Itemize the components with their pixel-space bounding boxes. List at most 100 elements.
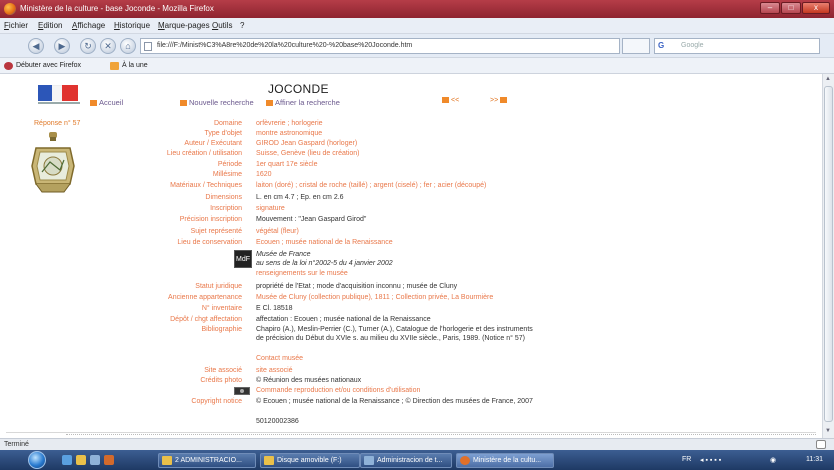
field-value-sujet[interactable]: végétal (fleur) [256, 228, 299, 235]
field-value-type[interactable]: montre astronomique [256, 130, 322, 137]
menu-outils[interactable]: Outils [212, 21, 232, 30]
menu-marque-pages[interactable]: Marque-pages [158, 21, 210, 30]
navigation-toolbar: ◀ ▶ ↻ ✕ ⌂ file:///F:/Minist%C3%A8re%20de… [0, 34, 834, 58]
reload-icon[interactable]: ↻ [80, 38, 96, 54]
reference-number: 50120002386 [256, 418, 299, 425]
field-label-sujet: Sujet représenté [190, 228, 242, 235]
field-value-copyright: © Ecouen ; musée national de la Renaissa… [256, 398, 533, 405]
stop-icon[interactable]: ✕ [100, 38, 116, 54]
field-value-periode[interactable]: 1er quart 17e siècle [256, 161, 317, 168]
url-text: file:///F:/Minist%C3%A8re%20de%20la%20cu… [157, 42, 413, 49]
page-title: JOCONDE [268, 82, 329, 96]
home-link[interactable]: Accueil [90, 98, 123, 107]
field-value-auteur[interactable]: GIROD Jean Gaspard (horloger) [256, 140, 357, 147]
field-label-statut: Statut juridique [195, 283, 242, 290]
clock: 11:31 [806, 456, 823, 463]
forward-icon[interactable]: ▶ [54, 38, 70, 54]
order-reproduction-link[interactable]: Commande reproduction et/ou conditions d… [256, 387, 420, 394]
folder-icon [162, 456, 172, 465]
field-label-lieu-creation: Lieu création / utilisation [166, 150, 242, 157]
field-value-domaine[interactable]: orfèvrerie ; horlogerie [256, 120, 323, 127]
field-label-domaine: Domaine [213, 120, 242, 127]
field-label-site: Site associé [204, 367, 242, 374]
menu-fichier[interactable]: Fichier [4, 21, 28, 30]
menu-affichage[interactable]: Affichage [72, 21, 105, 30]
rss-icon [110, 62, 119, 70]
mdf-law: au sens de la loi n°2002-5 du 4 janvier … [256, 260, 393, 267]
contact-museum-link[interactable]: Contact musée [256, 355, 303, 362]
go-button[interactable] [622, 38, 650, 54]
tray-icons[interactable]: ◂ ▪ ▪ ▪ ▪ [700, 456, 721, 464]
field-value-depot: affectation : Ecouen ; musée national de… [256, 316, 431, 323]
refine-search-link[interactable]: Affiner la recherche [266, 98, 340, 107]
field-label-periode: Période [217, 161, 242, 168]
field-label-type: Type d'objet [204, 130, 242, 137]
orange-square-icon [266, 100, 273, 106]
field-value-inscription[interactable]: signature [256, 205, 285, 212]
url-bar[interactable]: file:///F:/Minist%C3%A8re%20de%20la%20cu… [140, 38, 620, 54]
task-disque[interactable]: Disque amovible (F:) [260, 453, 360, 468]
orange-square-icon [90, 100, 97, 106]
start-button[interactable] [28, 451, 46, 469]
divider-dotted [66, 434, 816, 435]
home-icon[interactable]: ⌂ [120, 38, 136, 54]
scrollbar-thumb[interactable] [824, 86, 833, 422]
bookmark-debuter[interactable]: Débuter avec Firefox [16, 62, 81, 69]
search-input[interactable]: G Google [654, 38, 820, 54]
scroll-up-icon[interactable]: ▲ [825, 76, 831, 82]
task-administracio[interactable]: 2 ADMINISTRACIO... [158, 453, 256, 468]
field-value-bibliographie: Chapiro (A.), Meslin-Perrier (C.), Turne… [256, 326, 533, 342]
field-value-dimensions: L. en cm 4.7 ; Ep. en cm 2.6 [256, 194, 344, 201]
watch-image[interactable] [30, 132, 76, 196]
menu-historique[interactable]: Historique [114, 21, 150, 30]
maximize-button[interactable]: □ [781, 2, 801, 14]
back-icon[interactable]: ◀ [28, 38, 44, 54]
new-search-link[interactable]: Nouvelle recherche [180, 98, 254, 107]
field-value-millesime[interactable]: 1620 [256, 171, 272, 178]
ie-icon[interactable] [62, 455, 72, 465]
bookmark-a-la-une[interactable]: À la une [122, 62, 148, 69]
vertical-scrollbar[interactable]: ▲ ▼ [822, 74, 834, 438]
musee-de-france-icon: MdF [234, 250, 252, 268]
status-text: Terminé [4, 441, 29, 448]
volume-icon[interactable]: ◉ [770, 456, 776, 464]
page-icon [144, 42, 152, 51]
field-value-statut: propriété de l'Etat ; mode d'acquisition… [256, 283, 458, 290]
field-label-credits: Crédits photo [200, 377, 242, 384]
firefox-icon [4, 3, 16, 15]
field-label-ancienne-appartenance: Ancienne appartenance [168, 294, 242, 301]
next-link[interactable]: >> [490, 97, 509, 104]
field-value-lieu-creation[interactable]: Suisse, Genève (lieu de création) [256, 150, 360, 157]
field-label-inscription: Inscription [210, 205, 242, 212]
field-value-ancienne-appartenance[interactable]: Musée de Cluny (collection publique), 18… [256, 294, 493, 301]
field-value-credits: © Réunion des musées nationaux [256, 377, 362, 384]
field-value-site[interactable]: site associé [256, 367, 293, 374]
task-administracion[interactable]: Administracion de t... [360, 453, 452, 468]
divider [6, 432, 816, 433]
field-label-copyright: Copyright notice [191, 398, 242, 405]
field-label-dimensions: Dimensions [205, 194, 242, 201]
orange-square-icon [500, 97, 508, 103]
field-value-materiaux[interactable]: laiton (doré) ; cristal de roche (taillé… [256, 182, 486, 189]
bookmark-icon [4, 62, 13, 70]
task-ministere[interactable]: Ministère de la cultu... [456, 453, 554, 468]
firefox-icon [460, 456, 470, 465]
page-content: JOCONDE Accueil Nouvelle recherche Affin… [0, 74, 822, 438]
ministry-logo [38, 82, 80, 106]
menu-edition[interactable]: Edition [38, 21, 62, 30]
firefox-quick-icon[interactable] [104, 455, 114, 465]
menu-help[interactable]: ? [240, 21, 244, 30]
field-label-lieu-conservation: Lieu de conservation [177, 239, 242, 246]
close-button[interactable]: x [802, 2, 830, 14]
field-value-lieu-conservation[interactable]: Ecouen ; musée national de la Renaissanc… [256, 239, 393, 246]
language-indicator[interactable]: FR [682, 456, 691, 463]
museum-info-link[interactable]: renseignements sur le musée [256, 270, 348, 277]
minimize-button[interactable]: – [760, 2, 780, 14]
field-value-precision-inscription: Mouvement : "Jean Gaspard Girod" [256, 216, 367, 223]
media-icon[interactable] [90, 455, 100, 465]
folder-icon[interactable] [76, 455, 86, 465]
scroll-down-icon[interactable]: ▼ [825, 428, 831, 434]
previous-link[interactable]: << [442, 97, 459, 104]
menu-bar: Fichier Edition Affichage Historique Mar… [0, 18, 834, 34]
orange-square-icon [442, 97, 449, 103]
